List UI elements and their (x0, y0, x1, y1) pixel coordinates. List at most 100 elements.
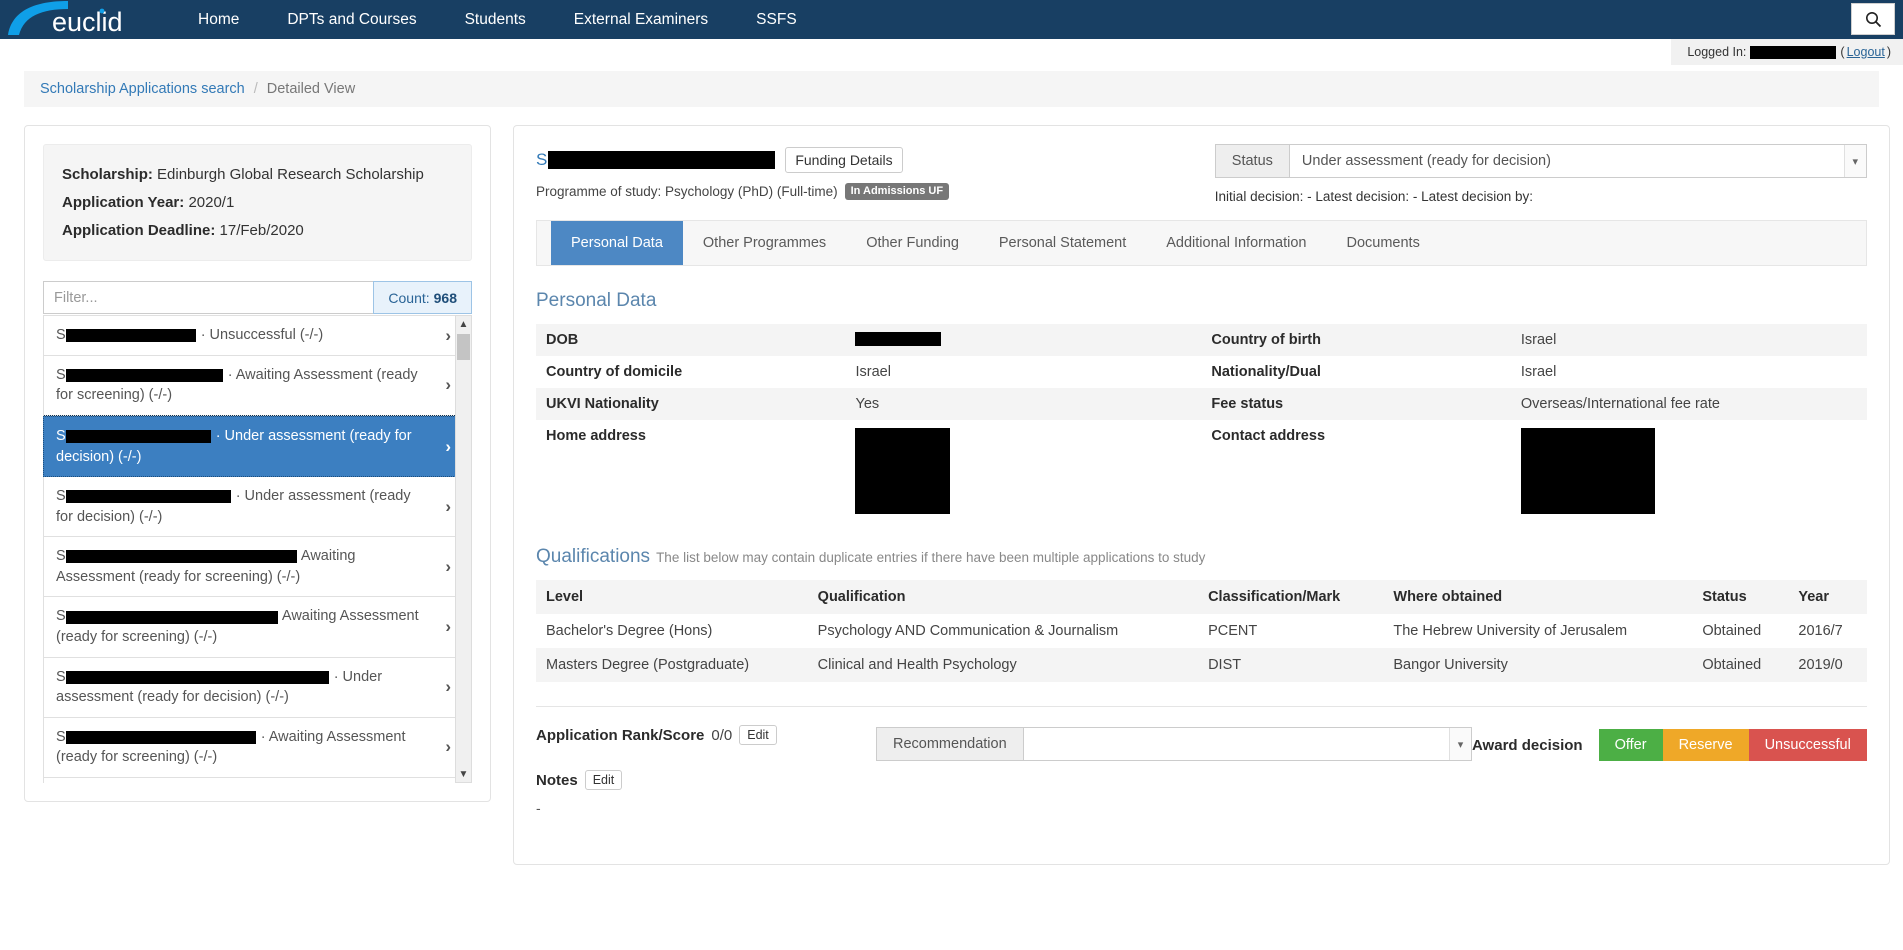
status-group: Status Under assessment (ready for decis… (1215, 144, 1867, 178)
applicant-id-redacted (66, 731, 256, 744)
edit-rank-button[interactable]: Edit (739, 725, 777, 745)
applicant-id-redacted (66, 611, 278, 624)
scholarship-value: Edinburgh Global Research Scholarship (157, 166, 424, 183)
section-divider (536, 706, 1867, 707)
funding-details-button[interactable]: Funding Details (785, 147, 902, 173)
personal-data-label: Fee status (1201, 388, 1510, 420)
decision-area: Application Rank/Score 0/0 Edit Notes Ed… (536, 725, 1867, 816)
application-list-item[interactable]: S · Under assessment (ready for decision… (43, 477, 462, 537)
detail-tabs: Personal DataOther ProgrammesOther Fundi… (536, 220, 1867, 266)
chevron-right-icon[interactable]: › (445, 323, 451, 347)
recommendation-group: Recommendation ▾ (876, 727, 1472, 761)
scholarship-row: Scholarship: Edinburgh Global Research S… (62, 161, 453, 189)
application-list-item[interactable]: S · Awaiting Assessment (ready for scree… (43, 718, 462, 778)
top-navigation-bar: euclid Home DPTs and Courses Students Ex… (0, 0, 1903, 39)
chevron-right-icon[interactable]: › (445, 675, 451, 699)
logout-paren-open: ( (1840, 45, 1844, 59)
applicant-id-redacted (66, 550, 297, 563)
personal-data-row: DOBCountry of birthIsrael (536, 324, 1867, 356)
chevron-right-icon[interactable]: › (445, 495, 451, 519)
application-list-item[interactable]: S Awaiting Assessment (ready for screeni… (43, 597, 462, 657)
search-icon (1865, 11, 1882, 28)
admissions-status-badge: In Admissions UF (845, 183, 950, 200)
tab-other-programmes[interactable]: Other Programmes (683, 221, 846, 265)
tab-documents[interactable]: Documents (1327, 221, 1440, 265)
status-select[interactable]: Under assessment (ready for decision) ▾ (1289, 144, 1867, 178)
application-list-item[interactable]: S · Unsuccessful (-/-)› (43, 778, 462, 783)
logout-link[interactable]: Logout (1847, 45, 1885, 59)
chevron-right-icon[interactable]: › (445, 735, 451, 759)
scholarship-label: Scholarship: (62, 166, 153, 183)
qualifications-cell: 2016/7 (1788, 614, 1866, 648)
qualifications-cell: Psychology AND Communication & Journalis… (808, 614, 1198, 648)
chevron-down-icon[interactable]: ▾ (1449, 728, 1471, 760)
chevron-right-icon[interactable]: › (445, 555, 451, 579)
contact-address-value (1511, 420, 1867, 522)
application-deadline-label: Application Deadline: (62, 222, 215, 239)
application-list-item[interactable]: S · Unsuccessful (-/-)› (43, 315, 462, 356)
personal-data-row: Country of domicileIsraelNationality/Dua… (536, 356, 1867, 388)
scroll-down-arrow-icon[interactable]: ▼ (456, 766, 471, 782)
qualifications-column-header: Classification/Mark (1198, 580, 1383, 614)
edit-notes-button[interactable]: Edit (585, 770, 623, 790)
application-list-item-label: S · Under assessment (ready for decision… (56, 667, 427, 708)
application-list-item[interactable]: S Awaiting Assessment (ready for screeni… (43, 537, 462, 597)
chevron-right-icon[interactable]: › (445, 435, 451, 459)
qualifications-cell: The Hebrew University of Jerusalem (1383, 614, 1692, 648)
tab-personal-statement[interactable]: Personal Statement (979, 221, 1146, 265)
filter-input[interactable] (43, 281, 373, 314)
application-year-label: Application Year: (62, 194, 184, 211)
personal-data-label: Contact address (1201, 420, 1510, 522)
tab-additional-information[interactable]: Additional Information (1146, 221, 1326, 265)
nav-item-ssfs[interactable]: SSFS (732, 0, 820, 39)
tab-personal-data[interactable]: Personal Data (551, 221, 683, 265)
euclid-logo[interactable]: euclid (6, 0, 146, 39)
nav-item-students[interactable]: Students (441, 0, 550, 39)
application-list-item-label: S Awaiting Assessment (ready for screeni… (56, 606, 427, 647)
nav-item-external-examiners[interactable]: External Examiners (550, 0, 732, 39)
filter-row: Count: 968 (43, 281, 472, 314)
application-list-items: S · Unsuccessful (-/-)›S · Awaiting Asse… (43, 315, 462, 783)
application-list-item-label: S · Under assessment (ready for decision… (56, 426, 427, 467)
notes-value: - (536, 800, 876, 816)
qualifications-table: LevelQualificationClassification/MarkWhe… (536, 580, 1867, 682)
personal-data-row: UKVI NationalityYesFee statusOverseas/In… (536, 388, 1867, 420)
notes-line: Notes Edit (536, 770, 876, 790)
personal-data-value: Israel (845, 356, 1201, 388)
nav-item-home[interactable]: Home (174, 0, 263, 39)
logged-in-label: Logged In: (1687, 45, 1746, 59)
application-list-item[interactable]: S · Under assessment (ready for decision… (43, 416, 462, 477)
detail-header-left: S Funding Details Programme of study: Ps… (536, 144, 949, 200)
qualifications-title-text: Qualifications (536, 546, 650, 567)
applicant-id-redacted (66, 671, 329, 684)
chevron-right-icon[interactable]: › (445, 615, 451, 639)
qualifications-row: Bachelor's Degree (Hons)Psychology AND C… (536, 614, 1867, 648)
detail-header-right: Status Under assessment (ready for decis… (1215, 144, 1867, 204)
award-reserve-button[interactable]: Reserve (1663, 729, 1749, 761)
tab-other-funding[interactable]: Other Funding (846, 221, 979, 265)
scrollbar-thumb[interactable] (457, 334, 470, 360)
logout-paren-close: ) (1887, 45, 1891, 59)
search-button[interactable] (1851, 3, 1895, 35)
breadcrumb-current: Detailed View (267, 81, 355, 97)
application-list-item[interactable]: S · Under assessment (ready for decision… (43, 658, 462, 718)
application-list-item[interactable]: S · Awaiting Assessment (ready for scree… (43, 356, 462, 416)
chevron-right-icon[interactable]: › (445, 373, 451, 397)
award-offer-button[interactable]: Offer (1599, 729, 1663, 761)
chevron-down-icon[interactable]: ▾ (1844, 145, 1866, 177)
recommendation-select[interactable]: ▾ (1023, 727, 1472, 761)
nav-item-dpts-and-courses[interactable]: DPTs and Courses (263, 0, 440, 39)
breadcrumb-link-scholarship-search[interactable]: Scholarship Applications search (40, 81, 245, 97)
applicant-name[interactable]: S (536, 150, 775, 170)
personal-data-value: Overseas/International fee rate (1511, 388, 1867, 420)
award-unsuccessful-button[interactable]: Unsuccessful (1749, 729, 1867, 761)
rank-notes-column: Application Rank/Score 0/0 Edit Notes Ed… (536, 725, 876, 816)
main-nav-links: Home DPTs and Courses Students External … (174, 0, 821, 39)
qualifications-column-header: Status (1692, 580, 1788, 614)
status-label: Status (1215, 144, 1289, 178)
qualifications-section-title: QualificationsThe list below may contain… (536, 546, 1867, 568)
personal-data-section-title: Personal Data (536, 290, 1867, 312)
scroll-up-arrow-icon[interactable]: ▲ (456, 316, 471, 332)
application-list-scrollbar[interactable]: ▲ ▼ (455, 315, 472, 783)
recommendation-column: Recommendation ▾ (876, 725, 1472, 761)
